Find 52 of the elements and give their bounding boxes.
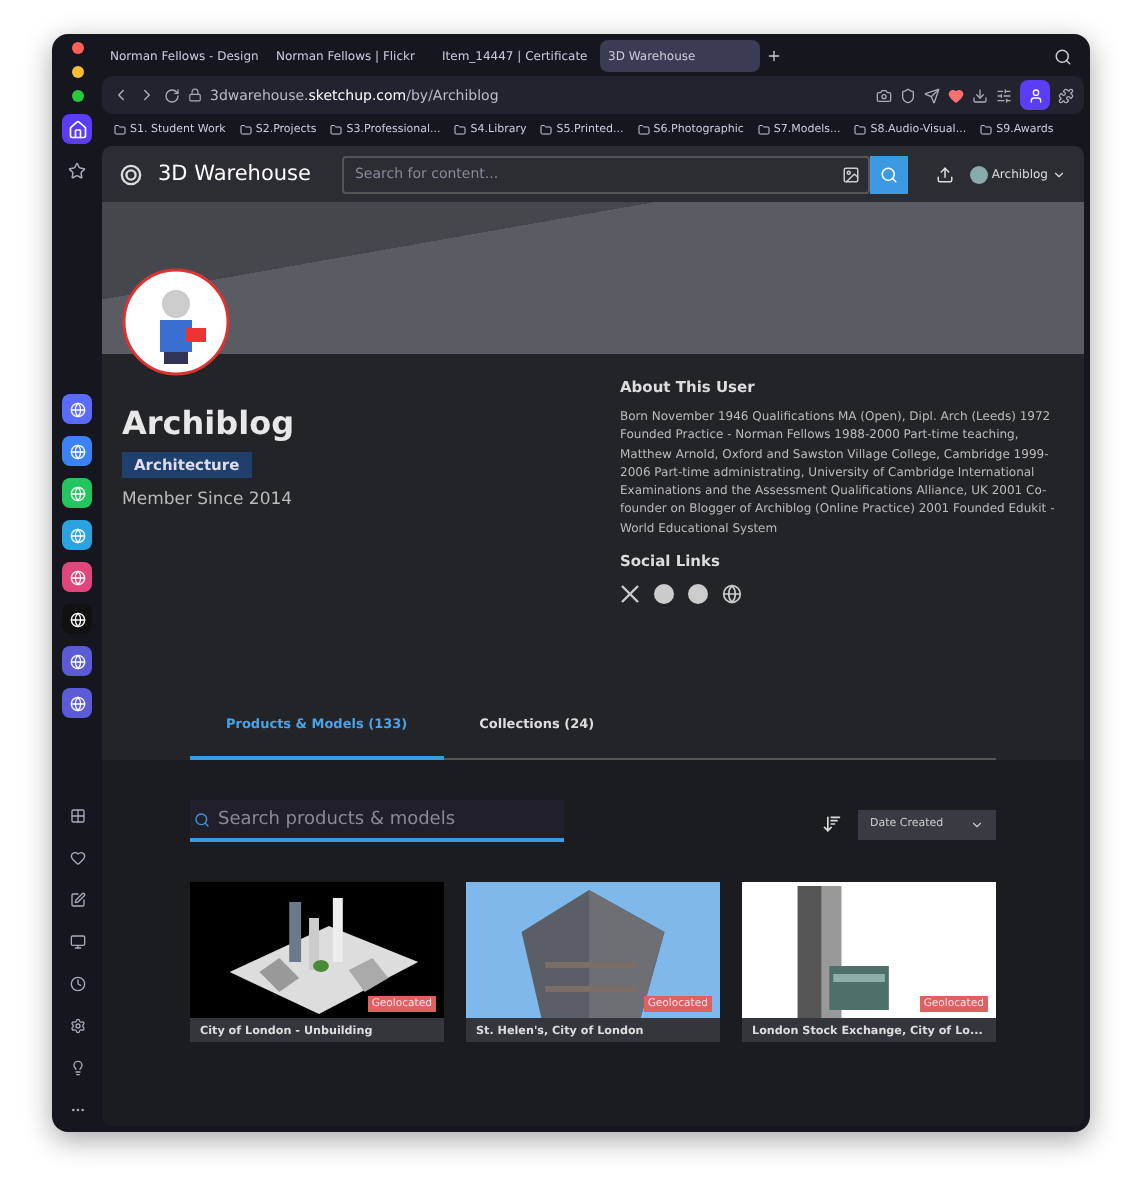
app-icon[interactable] (62, 436, 92, 466)
search-icon[interactable] (1054, 47, 1072, 65)
folder-icon (239, 124, 252, 136)
sort-icon[interactable] (822, 814, 842, 834)
chevron-icon (970, 817, 984, 831)
folder-icon (114, 124, 126, 136)
app-icon[interactable] (62, 478, 92, 508)
folder-icon (330, 124, 343, 136)
profile-icon[interactable] (1020, 80, 1050, 110)
sliders-icon[interactable] (996, 87, 1012, 103)
download-icon[interactable] (972, 87, 988, 103)
profile-name: Archiblog (122, 404, 297, 442)
app-icon[interactable] (62, 562, 92, 592)
minimize-button[interactable] (71, 66, 83, 78)
extensions-icon[interactable] (1058, 87, 1074, 103)
search-button[interactable] (869, 155, 908, 193)
forward-icon[interactable] (138, 86, 156, 104)
folder-icon (540, 124, 553, 136)
model-search-field[interactable]: Search products & models (190, 800, 564, 842)
image-icon[interactable] (841, 165, 860, 183)
app-icon[interactable] (62, 604, 92, 634)
close-button[interactable] (71, 42, 83, 54)
maximize-button[interactable] (71, 90, 83, 102)
folder-icon (637, 124, 650, 136)
send-icon[interactable] (924, 87, 940, 103)
app-icon[interactable] (62, 688, 92, 718)
site-logo[interactable]: 3D Warehouse (158, 162, 311, 186)
folder-icon (854, 124, 867, 136)
back-icon[interactable] (112, 86, 130, 104)
globe-icon[interactable] (722, 584, 742, 605)
folder-icon (980, 124, 993, 136)
reload-icon[interactable] (164, 87, 180, 103)
heart-icon[interactable] (948, 87, 964, 103)
avatar (122, 268, 230, 376)
shield-icon[interactable] (900, 87, 916, 103)
upload-icon[interactable] (935, 165, 954, 183)
app-icon[interactable] (62, 646, 92, 676)
lock-icon (188, 88, 202, 102)
chevron-icon (1052, 167, 1066, 181)
search-icon (879, 165, 898, 183)
app-icon[interactable] (62, 520, 92, 550)
app-icon[interactable] (62, 394, 92, 424)
new-tab-icon[interactable] (766, 48, 782, 64)
member-since: Member Since 2014 (122, 490, 295, 510)
folder-icon (454, 124, 467, 136)
x-icon[interactable] (620, 584, 640, 605)
avatar-icon (969, 165, 988, 183)
folder-icon (757, 124, 770, 136)
search-icon (194, 811, 210, 827)
logo-icon (120, 163, 142, 185)
home-icon[interactable] (62, 114, 92, 144)
camera-icon[interactable] (876, 87, 892, 103)
